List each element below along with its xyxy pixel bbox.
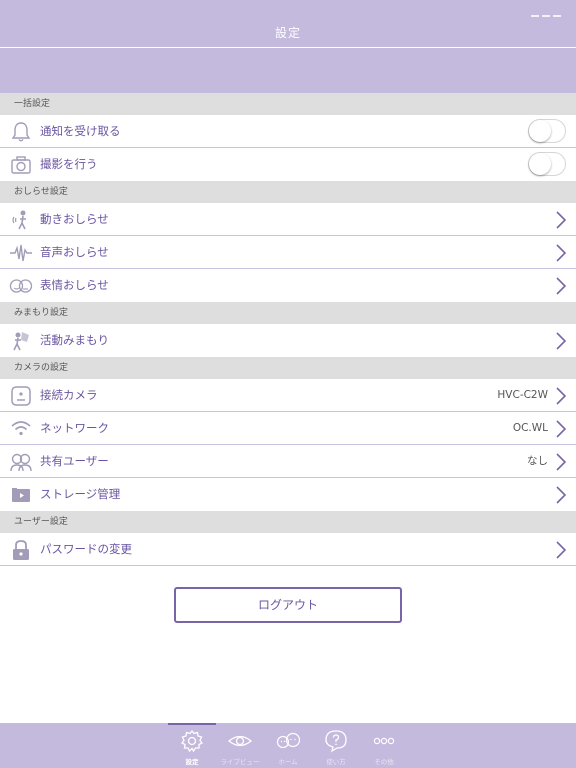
camera-device-icon [11,386,31,406]
row-activity-watch[interactable]: 活動みまもり [0,324,576,357]
row-network[interactable]: ネットワーク OC.WL [0,412,576,445]
tab-liveview-label: ライブビュー [220,758,260,766]
motion-alert-label: 動きおしらせ [40,212,109,226]
shared-users-value: なし [527,455,548,467]
chevron-right-icon [556,211,567,229]
chevron-right-icon [556,332,567,350]
sound-alert-label: 音声おしらせ [40,245,109,259]
chevron-right-icon [556,541,567,559]
activity-watch-label: 活動みまもり [40,333,109,347]
row-storage[interactable]: ストレージ管理 [0,478,576,511]
chevron-right-icon [556,387,567,405]
chevron-right-icon [556,277,567,295]
section-header-camera: カメラの設定 [0,357,576,379]
header-divider [0,47,576,48]
row-motion-alert[interactable]: 動きおしらせ [0,203,576,236]
network-label: ネットワーク [40,421,109,435]
row-shoot: 撮影を行う [0,148,576,181]
section-header-user: ユーザー設定 [0,511,576,533]
faces-icon [9,279,33,293]
tab-settings-label: 設定 [185,758,199,766]
more-icon [373,737,395,745]
toggle-knob [529,153,551,175]
activity-person-icon [13,332,29,351]
tab-howto[interactable]: 使い方 [312,723,360,768]
eye-icon [228,735,252,747]
bell-icon [11,122,31,142]
camera-icon [11,156,31,174]
notify-label: 通知を受け取る [40,124,121,138]
chevron-right-icon [556,486,567,504]
section-header-bulk: 一括設定 [0,93,576,115]
row-face-alert[interactable]: 表情おしらせ [0,269,576,302]
row-password[interactable]: パスワードの変更 [0,533,576,566]
connected-camera-label: 接続カメラ [40,388,98,402]
face-alert-label: 表情おしらせ [40,278,109,292]
logout-area: ログアウト [0,587,576,623]
tab-home-label: ホーム [278,758,298,766]
notify-toggle[interactable] [528,119,566,143]
question-icon [325,730,347,753]
toggle-knob [529,120,551,142]
page-title: 設定 [274,26,301,40]
settings-list: 一括設定 通知を受け取る 撮影を行う おしらせ設定 動きおしらせ 音声おしらせ [0,93,576,566]
motion-person-icon [12,210,26,230]
storage-icon [12,488,30,502]
chevron-right-icon [556,244,567,262]
tab-settings[interactable]: 設定 [168,723,216,768]
status-bar [528,2,568,17]
row-connected-camera[interactable]: 接続カメラ HVC-C2W [0,379,576,412]
lock-icon [13,540,29,560]
password-label: パスワードの変更 [40,542,132,556]
section-header-watch: みまもり設定 [0,302,576,324]
tab-liveview[interactable]: ライブビュー [216,723,264,768]
shoot-toggle[interactable] [528,152,566,176]
header-bar: 設定 [0,0,576,93]
tab-howto-label: 使い方 [326,758,346,766]
network-value: OC.WL [512,422,548,434]
family-icon [276,732,301,749]
logout-button[interactable]: ログアウト [174,587,402,623]
row-notify: 通知を受け取る [0,115,576,148]
chevron-right-icon [556,453,567,471]
connected-camera-value: HVC-C2W [497,389,548,401]
row-sound-alert[interactable]: 音声おしらせ [0,236,576,269]
tab-other-label: その他 [374,758,394,766]
users-icon [10,453,32,472]
gear-icon [180,729,204,753]
chevron-right-icon [556,420,567,438]
shared-users-label: 共有ユーザー [40,454,109,468]
tab-bar: 設定 ライブビュー ホーム 使い方 その他 [0,723,576,768]
row-shared-users[interactable]: 共有ユーザー なし [0,445,576,478]
waveform-icon [10,244,32,262]
wifi-icon [11,421,31,436]
storage-label: ストレージ管理 [40,487,121,501]
section-header-alerts: おしらせ設定 [0,181,576,203]
shoot-label: 撮影を行う [40,157,98,171]
tab-home[interactable]: ホーム [264,723,312,768]
tab-other[interactable]: その他 [360,723,408,768]
